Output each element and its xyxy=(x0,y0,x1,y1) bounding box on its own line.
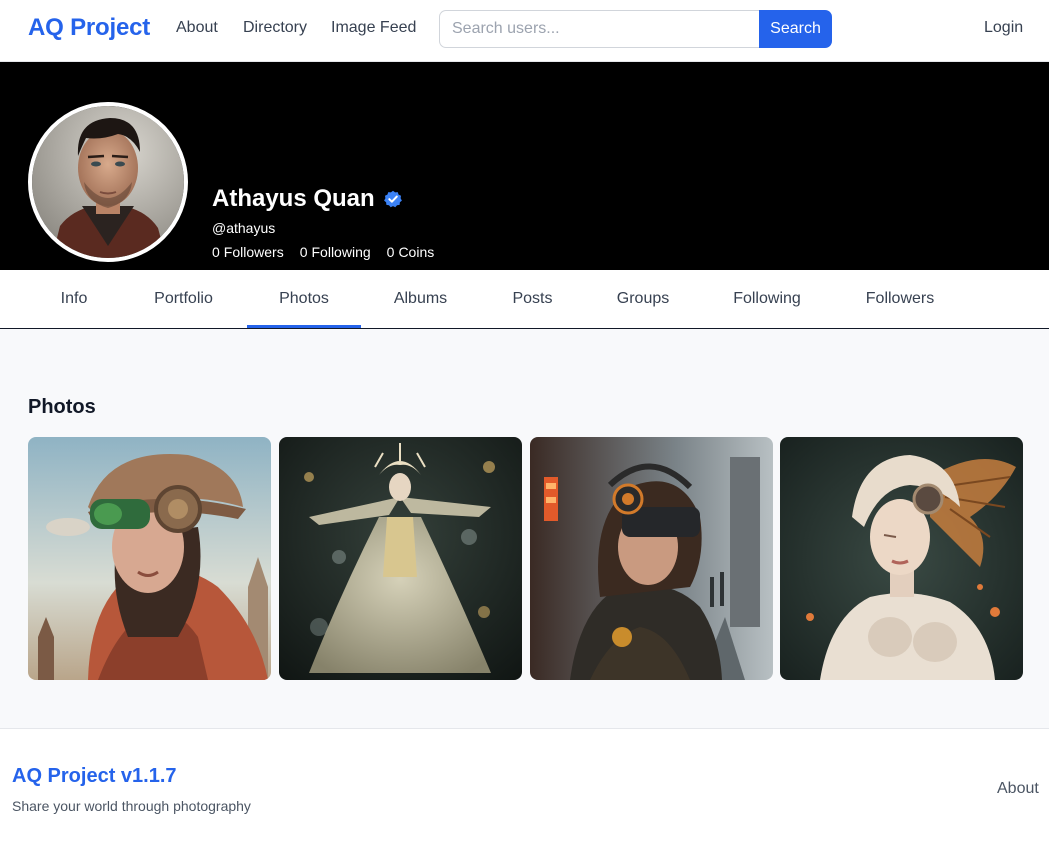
nav-link-image-feed[interactable]: Image Feed xyxy=(331,19,416,37)
profile-name: Athayus Quan xyxy=(212,185,375,212)
tab-photos[interactable]: Photos xyxy=(247,270,361,328)
nav-link-directory[interactable]: Directory xyxy=(243,19,307,37)
coins-stat: 0 Coins xyxy=(387,244,435,260)
brand-logo-link[interactable]: AQ Project xyxy=(28,14,150,42)
photos-content: Photos xyxy=(0,329,1049,729)
photo-thumbnail-3[interactable] xyxy=(530,437,773,680)
login-link[interactable]: Login xyxy=(984,19,1023,37)
search-users-input[interactable] xyxy=(439,10,760,48)
verified-badge-icon xyxy=(383,190,402,208)
footer-about-link[interactable]: About xyxy=(997,780,1039,798)
coins-label: Coins xyxy=(398,244,435,260)
photos-section-title: Photos xyxy=(28,396,96,418)
coins-count: 0 xyxy=(386,244,395,260)
profile-stats: 0 Followers 0 Following 0 Coins xyxy=(212,244,450,260)
footer-brand[interactable]: AQ Project v1.1.7 xyxy=(12,765,177,788)
top-navbar: AQ Project About Directory Image Feed Se… xyxy=(0,0,1049,62)
profile-name-row: Athayus Quan xyxy=(212,184,402,214)
photo-thumbnail-1[interactable] xyxy=(28,437,271,680)
tab-info[interactable]: Info xyxy=(28,270,120,328)
tab-albums[interactable]: Albums xyxy=(361,270,480,328)
profile-avatar xyxy=(28,102,188,262)
footer-tagline: Share your world through photography xyxy=(12,798,251,814)
profile-handle: @athayus xyxy=(212,220,276,236)
tab-following[interactable]: Following xyxy=(701,270,833,328)
site-footer: AQ Project v1.1.7 Share your world throu… xyxy=(0,729,1049,847)
following-label: Following xyxy=(311,244,371,260)
search-button[interactable]: Search xyxy=(759,10,832,48)
profile-tabs: Info Portfolio Photos Albums Posts Group… xyxy=(0,270,1049,329)
profile-header: Athayus Quan @athayus 0 Followers 0 Follow… xyxy=(0,62,1049,270)
photo-thumbnail-4[interactable] xyxy=(780,437,1023,680)
following-stat[interactable]: 0 Following xyxy=(300,244,371,260)
tab-groups[interactable]: Groups xyxy=(585,270,701,328)
nav-link-about[interactable]: About xyxy=(176,19,218,37)
followers-stat[interactable]: 0 Followers xyxy=(212,244,284,260)
following-count: 0 xyxy=(299,244,308,260)
tab-posts[interactable]: Posts xyxy=(480,270,585,328)
search-form: Search xyxy=(439,10,832,48)
tab-followers[interactable]: Followers xyxy=(833,270,967,328)
followers-count: 0 xyxy=(212,244,220,260)
tab-portfolio[interactable]: Portfolio xyxy=(120,270,247,328)
photo-thumbnail-2[interactable] xyxy=(279,437,522,680)
followers-label: Followers xyxy=(223,244,284,260)
